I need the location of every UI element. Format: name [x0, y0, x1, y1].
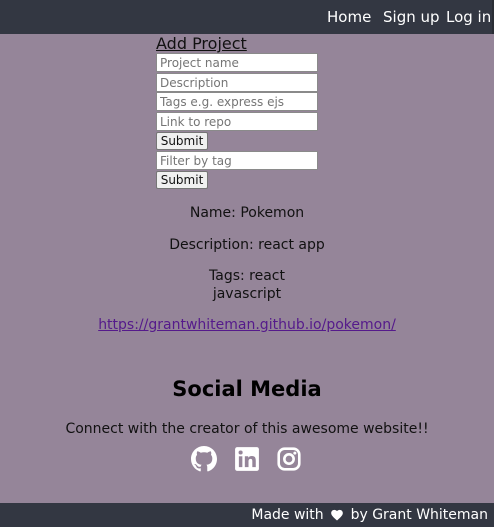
- social-icons: [0, 446, 494, 474]
- navbar: Home Sign up Log in: [0, 0, 494, 34]
- project-tags: Tags: react: [209, 268, 285, 284]
- heart-icon: [331, 509, 343, 521]
- social-tagline: Connect with the creator of this awesome…: [65, 421, 429, 437]
- description-input[interactable]: [156, 73, 318, 92]
- filter-submit-button[interactable]: Submit: [156, 171, 208, 189]
- repo-link-input[interactable]: [156, 112, 318, 131]
- nav-login-link[interactable]: Log in: [446, 8, 491, 26]
- project-name: Name: Pokemon: [189, 205, 305, 221]
- footer: Made with by Grant Whiteman: [0, 503, 494, 527]
- github-icon[interactable]: [191, 446, 217, 472]
- footer-author: by Grant Whiteman: [350, 507, 488, 523]
- social-media-heading: Social Media: [172, 377, 322, 401]
- project-description: Description: react app: [169, 237, 325, 253]
- tags-input[interactable]: [156, 92, 318, 111]
- project-tag-extra: javascript: [212, 286, 282, 302]
- project-repo-link[interactable]: https://grantwhiteman.github.io/pokemon/: [0, 317, 494, 333]
- footer-made-with: Made with: [251, 507, 324, 523]
- filter-tag-input[interactable]: [156, 151, 318, 170]
- nav-signup-link[interactable]: Sign up: [383, 8, 440, 26]
- add-project-heading[interactable]: Add Project: [156, 34, 247, 53]
- add-project-submit-button[interactable]: Submit: [156, 132, 208, 150]
- instagram-icon[interactable]: [276, 446, 302, 472]
- footer-credit: Made with by Grant Whiteman: [251, 507, 488, 523]
- project-name-input[interactable]: [156, 53, 318, 72]
- nav-home-link[interactable]: Home: [327, 8, 371, 26]
- linkedin-icon[interactable]: [234, 446, 260, 472]
